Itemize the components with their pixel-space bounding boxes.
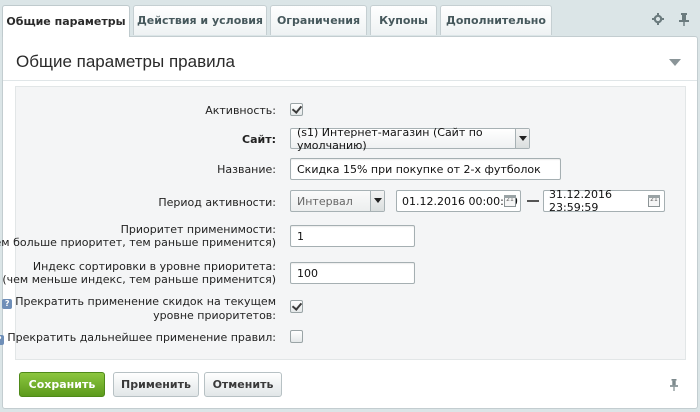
stop-level-field <box>290 300 303 316</box>
active-field <box>290 103 303 119</box>
priority-input[interactable]: 1 <box>290 225 415 247</box>
period-to-value: 31.12.2016 23:59:59 <box>549 188 612 214</box>
stop-level-label-line2: уровне приоритетов: <box>153 309 276 322</box>
apply-button[interactable]: Применить <box>113 372 199 397</box>
stop-level-label: ? Прекратить применение скидок на текущем… <box>2 295 276 322</box>
tab-additional[interactable]: Дополнительно <box>440 5 552 35</box>
priority-label: Приоритет применимости: (чем больше прио… <box>0 223 276 249</box>
calendar-icon[interactable]: 21 <box>648 195 660 207</box>
period-from-input[interactable]: 01.12.2016 00:00:00 21 <box>396 190 521 212</box>
help-icon[interactable]: ? <box>0 335 5 345</box>
period-type-value: Интервал <box>297 194 353 208</box>
stop-further-field <box>290 330 303 346</box>
period-to-input[interactable]: 31.12.2016 23:59:59 21 <box>543 188 665 214</box>
tab-tools <box>652 13 690 26</box>
active-checkbox[interactable] <box>290 103 303 116</box>
pin-icon[interactable] <box>669 379 679 394</box>
save-button[interactable]: Сохранить <box>19 372 105 397</box>
chevron-down-icon <box>515 129 529 148</box>
sort-label-line2: (чем меньше индекс, тем раньше применитс… <box>2 273 276 286</box>
priority-label-line2: (чем больше приоритет, тем раньше примен… <box>0 236 276 249</box>
editor-frame: Общие параметры Действия и условия Огран… <box>0 0 700 412</box>
period-dash <box>527 200 539 202</box>
site-select[interactable]: (s1) Интернет-магазин (Сайт по умолчанию… <box>290 125 530 152</box>
period-label: Период активности: <box>158 196 276 209</box>
form-box: Активность: Сайт: (s1) Интернет-магазин … <box>0 86 686 360</box>
gear-icon[interactable] <box>652 13 664 25</box>
row-period: Период активности: Интервал 01.12.2016 0… <box>16 188 685 214</box>
stop-level-checkbox[interactable] <box>290 300 303 313</box>
sort-label-line1: Индекс сортировки в уровне приоритета: <box>32 260 276 273</box>
tab-restrictions[interactable]: Ограничения <box>270 5 367 35</box>
section-title: Общие параметры правила <box>16 52 235 71</box>
sort-input[interactable]: 100 <box>290 262 415 284</box>
settings-panel: Общие параметры правила Активность: Сайт… <box>0 36 698 409</box>
divider <box>3 80 697 81</box>
stop-level-label-line1: Прекратить применение скидок на текущем <box>15 295 276 308</box>
help-icon[interactable]: ? <box>2 299 13 309</box>
stop-further-checkbox[interactable] <box>290 330 303 343</box>
chevron-down-icon <box>370 191 384 211</box>
active-label: Активность: <box>205 104 276 117</box>
sort-label: Индекс сортировки в уровне приоритета: (… <box>2 260 276 286</box>
pin-icon[interactable] <box>678 13 690 26</box>
priority-label-line1: Приоритет применимости: <box>120 223 276 236</box>
period-type-select[interactable]: Интервал <box>290 190 385 212</box>
tab-actions-conditions[interactable]: Действия и условия <box>133 5 267 35</box>
collapse-arrow-icon[interactable] <box>669 59 681 66</box>
row-site: Сайт: (s1) Интернет-магазин (Сайт по умо… <box>16 125 685 152</box>
stop-further-label-text: Прекратить дальнейшее применение правил: <box>7 331 276 344</box>
site-select-value: (s1) Интернет-магазин (Сайт по умолчанию… <box>297 125 483 152</box>
stop-further-label: ?Прекратить дальнейшее применение правил… <box>0 331 276 345</box>
period-from-value: 01.12.2016 00:00:00 <box>402 194 518 208</box>
tab-general[interactable]: Общие параметры <box>2 5 130 37</box>
name-input[interactable]: Скидка 15% при покупке от 2-х футболок <box>290 158 561 180</box>
site-label: Сайт: <box>242 133 276 146</box>
name-label: Название: <box>217 163 276 176</box>
tab-coupons[interactable]: Купоны <box>370 5 437 35</box>
cancel-button[interactable]: Отменить <box>204 372 282 397</box>
calendar-icon[interactable]: 21 <box>504 195 516 207</box>
